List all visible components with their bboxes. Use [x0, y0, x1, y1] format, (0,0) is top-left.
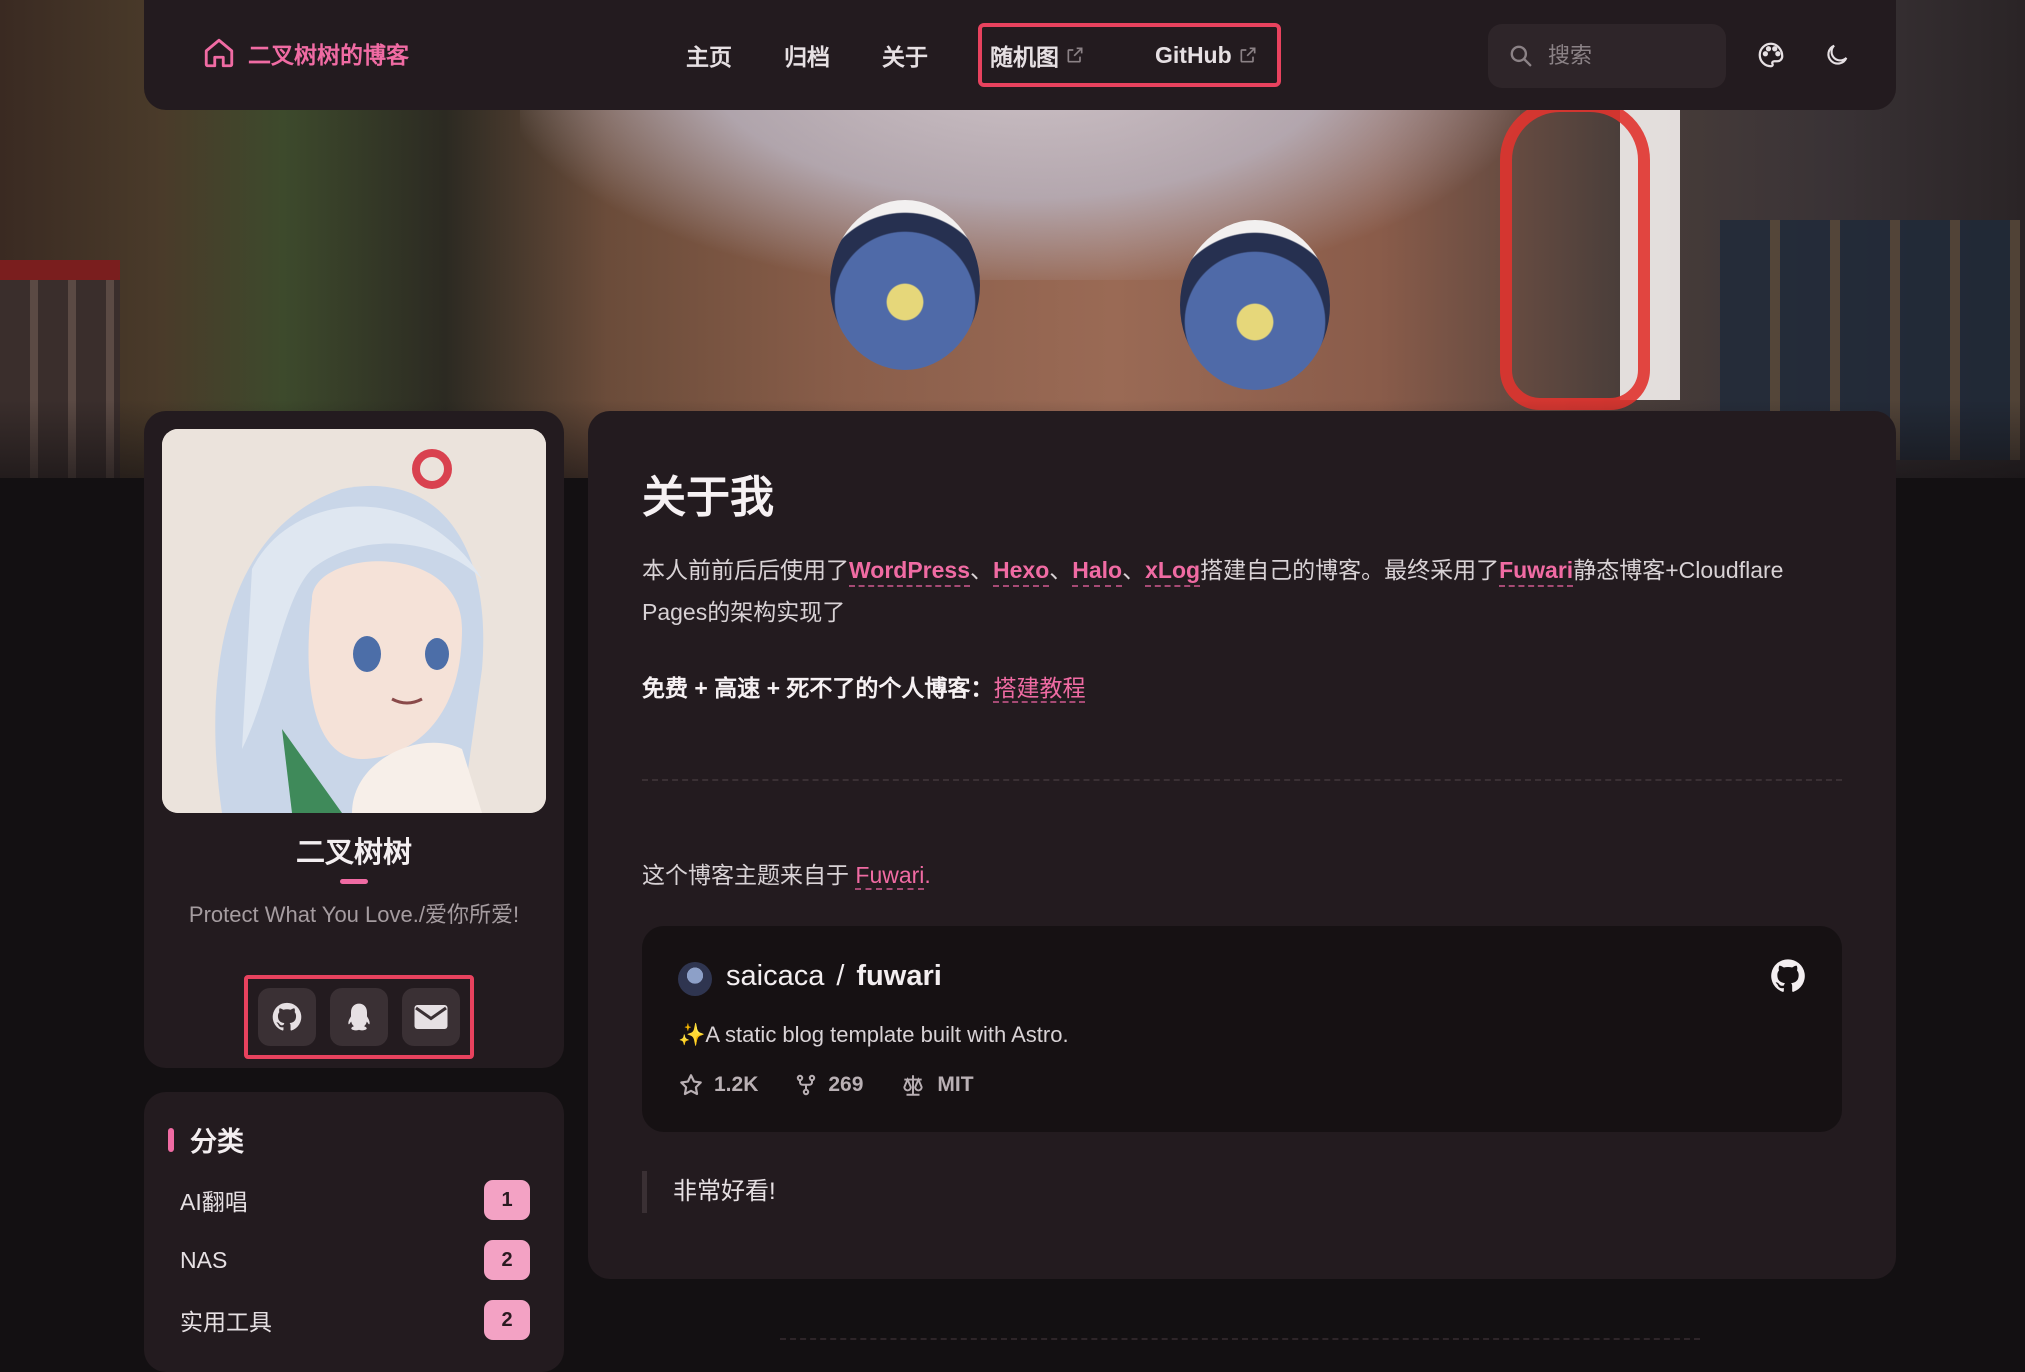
- search-box[interactable]: [1488, 24, 1726, 88]
- repo-owner: saicaca: [726, 960, 825, 992]
- profile-name-underline: [340, 879, 368, 884]
- bottom-divider: [780, 1338, 1700, 1340]
- home-icon: [204, 38, 234, 68]
- nav-random-image[interactable]: 随机图: [954, 24, 1111, 86]
- theme-text: 这个博客主题来自于: [642, 862, 856, 888]
- category-count: 2: [484, 1300, 530, 1340]
- categories-title-text: 分类: [190, 1127, 244, 1157]
- repo-license: MIT: [899, 1072, 974, 1098]
- link-fuwari-intro[interactable]: Fuwari: [1499, 557, 1574, 587]
- repo-stats: 1.2K 269 MIT: [678, 1072, 974, 1098]
- dark-mode-button[interactable]: [1814, 32, 1860, 78]
- avatar-illustration: [162, 429, 546, 813]
- search-input[interactable]: [1548, 43, 1708, 69]
- scale-icon: [903, 1075, 924, 1096]
- nav-home[interactable]: 主页: [660, 24, 758, 86]
- social-links: [244, 975, 474, 1059]
- external-link-icon: [1240, 47, 1256, 63]
- github-icon: [272, 1002, 302, 1031]
- link-hexo[interactable]: Hexo: [993, 557, 1050, 587]
- email-button[interactable]: [402, 988, 460, 1046]
- category-item[interactable]: 实用工具 2: [180, 1298, 530, 1342]
- category-count: 1: [484, 1180, 530, 1220]
- intro-separator: 、: [1049, 557, 1073, 583]
- theme-paragraph: 这个博客主题来自于 Fuwari.: [642, 854, 1842, 896]
- star-icon: [680, 1074, 702, 1096]
- profile-bio: Protect What You Love./爱你所爱!: [188, 902, 520, 927]
- repo-separator: /: [836, 960, 845, 992]
- categories-card: 分类 AI翻唱 1 NAS 2 实用工具 2: [144, 1092, 564, 1372]
- avatar[interactable]: [162, 429, 546, 813]
- github-repo-card[interactable]: saicaca / fuwari ✨A static blog template b…: [642, 926, 1842, 1132]
- profile-name: 二叉树树: [295, 837, 412, 869]
- qq-icon: [348, 1003, 370, 1031]
- intro-paragraph: 本人前前后后使用了WordPress、Hexo、Halo、xLog搭建自己的博客…: [642, 549, 1842, 633]
- navbar: 二叉树树的博客 主页 归档 关于 随机图 GitHub: [144, 0, 1896, 110]
- search-icon: [1510, 45, 1532, 67]
- category-item[interactable]: NAS 2: [180, 1238, 530, 1282]
- repo-description: ✨A static blog template built with Astro…: [678, 1022, 1069, 1047]
- stars-count: 1.2K: [714, 1073, 759, 1096]
- category-label: NAS: [180, 1246, 228, 1273]
- link-wordpress[interactable]: WordPress: [849, 557, 971, 587]
- tagline-paragraph: 免费 + 高速 + 死不了的个人博客：搭建教程: [642, 667, 1842, 709]
- github-button[interactable]: [258, 988, 316, 1046]
- title-accent-bar: [168, 1127, 174, 1152]
- theme-period: .: [924, 862, 931, 888]
- category-label: AI翻唱: [180, 1189, 248, 1215]
- banner-ribbon: [1500, 100, 1650, 410]
- nav-about-label: 关于: [882, 44, 928, 70]
- link-halo[interactable]: Halo: [1072, 557, 1123, 587]
- brand-title: 二叉树树的博客: [248, 42, 409, 68]
- intro-separator: 、: [970, 557, 994, 583]
- intro-separator: 、: [1122, 557, 1146, 583]
- main-content-card: 关于我 本人前前后后使用了WordPress、Hexo、Halo、xLog搭建自…: [588, 411, 1896, 1279]
- fork-icon: [797, 1074, 816, 1096]
- nav-links: 主页 归档 关于 随机图 GitHub: [660, 24, 1284, 86]
- categories-title: 分类: [168, 1120, 244, 1159]
- intro-text: 本人前前后后使用了: [642, 557, 849, 583]
- external-link-icon: [1067, 47, 1083, 63]
- profile-card: 二叉树树 Protect What You Love./爱你所爱!: [144, 411, 564, 1068]
- license-name: MIT: [937, 1073, 974, 1096]
- banner-eye-left: [830, 200, 980, 370]
- nav-about[interactable]: 关于: [856, 24, 954, 86]
- palette-icon: [1758, 42, 1784, 68]
- link-xlog[interactable]: xLog: [1145, 557, 1201, 587]
- category-count: 2: [484, 1240, 530, 1280]
- link-fuwari-theme[interactable]: Fuwari: [855, 862, 925, 890]
- category-label: 实用工具: [180, 1309, 272, 1335]
- email-icon: [414, 1005, 448, 1029]
- page-title: 关于我: [642, 473, 774, 522]
- category-item[interactable]: AI翻唱 1: [180, 1178, 530, 1222]
- intro-text: 搭建自己的博客。最终采用了: [1200, 557, 1500, 583]
- divider: [642, 779, 1842, 781]
- moon-icon: [1827, 44, 1848, 65]
- nav-home-label: 主页: [686, 44, 732, 70]
- forks-count: 269: [828, 1073, 864, 1096]
- repo-stars: 1.2K: [678, 1072, 758, 1098]
- nav-github-label: GitHub: [1155, 41, 1232, 68]
- nav-archive-label: 归档: [784, 44, 830, 70]
- banner-eye-right: [1180, 220, 1330, 390]
- tagline-bold: 免费 + 高速 + 死不了的个人博客：: [642, 675, 994, 701]
- repo-owner-avatar: [678, 962, 712, 996]
- repo-name[interactable]: saicaca / fuwari: [726, 960, 942, 993]
- theme-color-button[interactable]: [1748, 32, 1794, 78]
- nav-github[interactable]: GitHub: [1111, 24, 1284, 86]
- qq-button[interactable]: [330, 988, 388, 1046]
- brand-link[interactable]: 二叉树树的博客: [202, 36, 409, 70]
- repo-title: fuwari: [856, 960, 942, 992]
- repo-forks: 269: [794, 1072, 863, 1098]
- blockquote: 非常好看!: [642, 1171, 776, 1213]
- github-icon[interactable]: [1768, 956, 1808, 996]
- link-tutorial[interactable]: 搭建教程: [993, 675, 1086, 703]
- nav-archive[interactable]: 归档: [758, 24, 856, 86]
- nav-random-image-label: 随机图: [990, 44, 1059, 70]
